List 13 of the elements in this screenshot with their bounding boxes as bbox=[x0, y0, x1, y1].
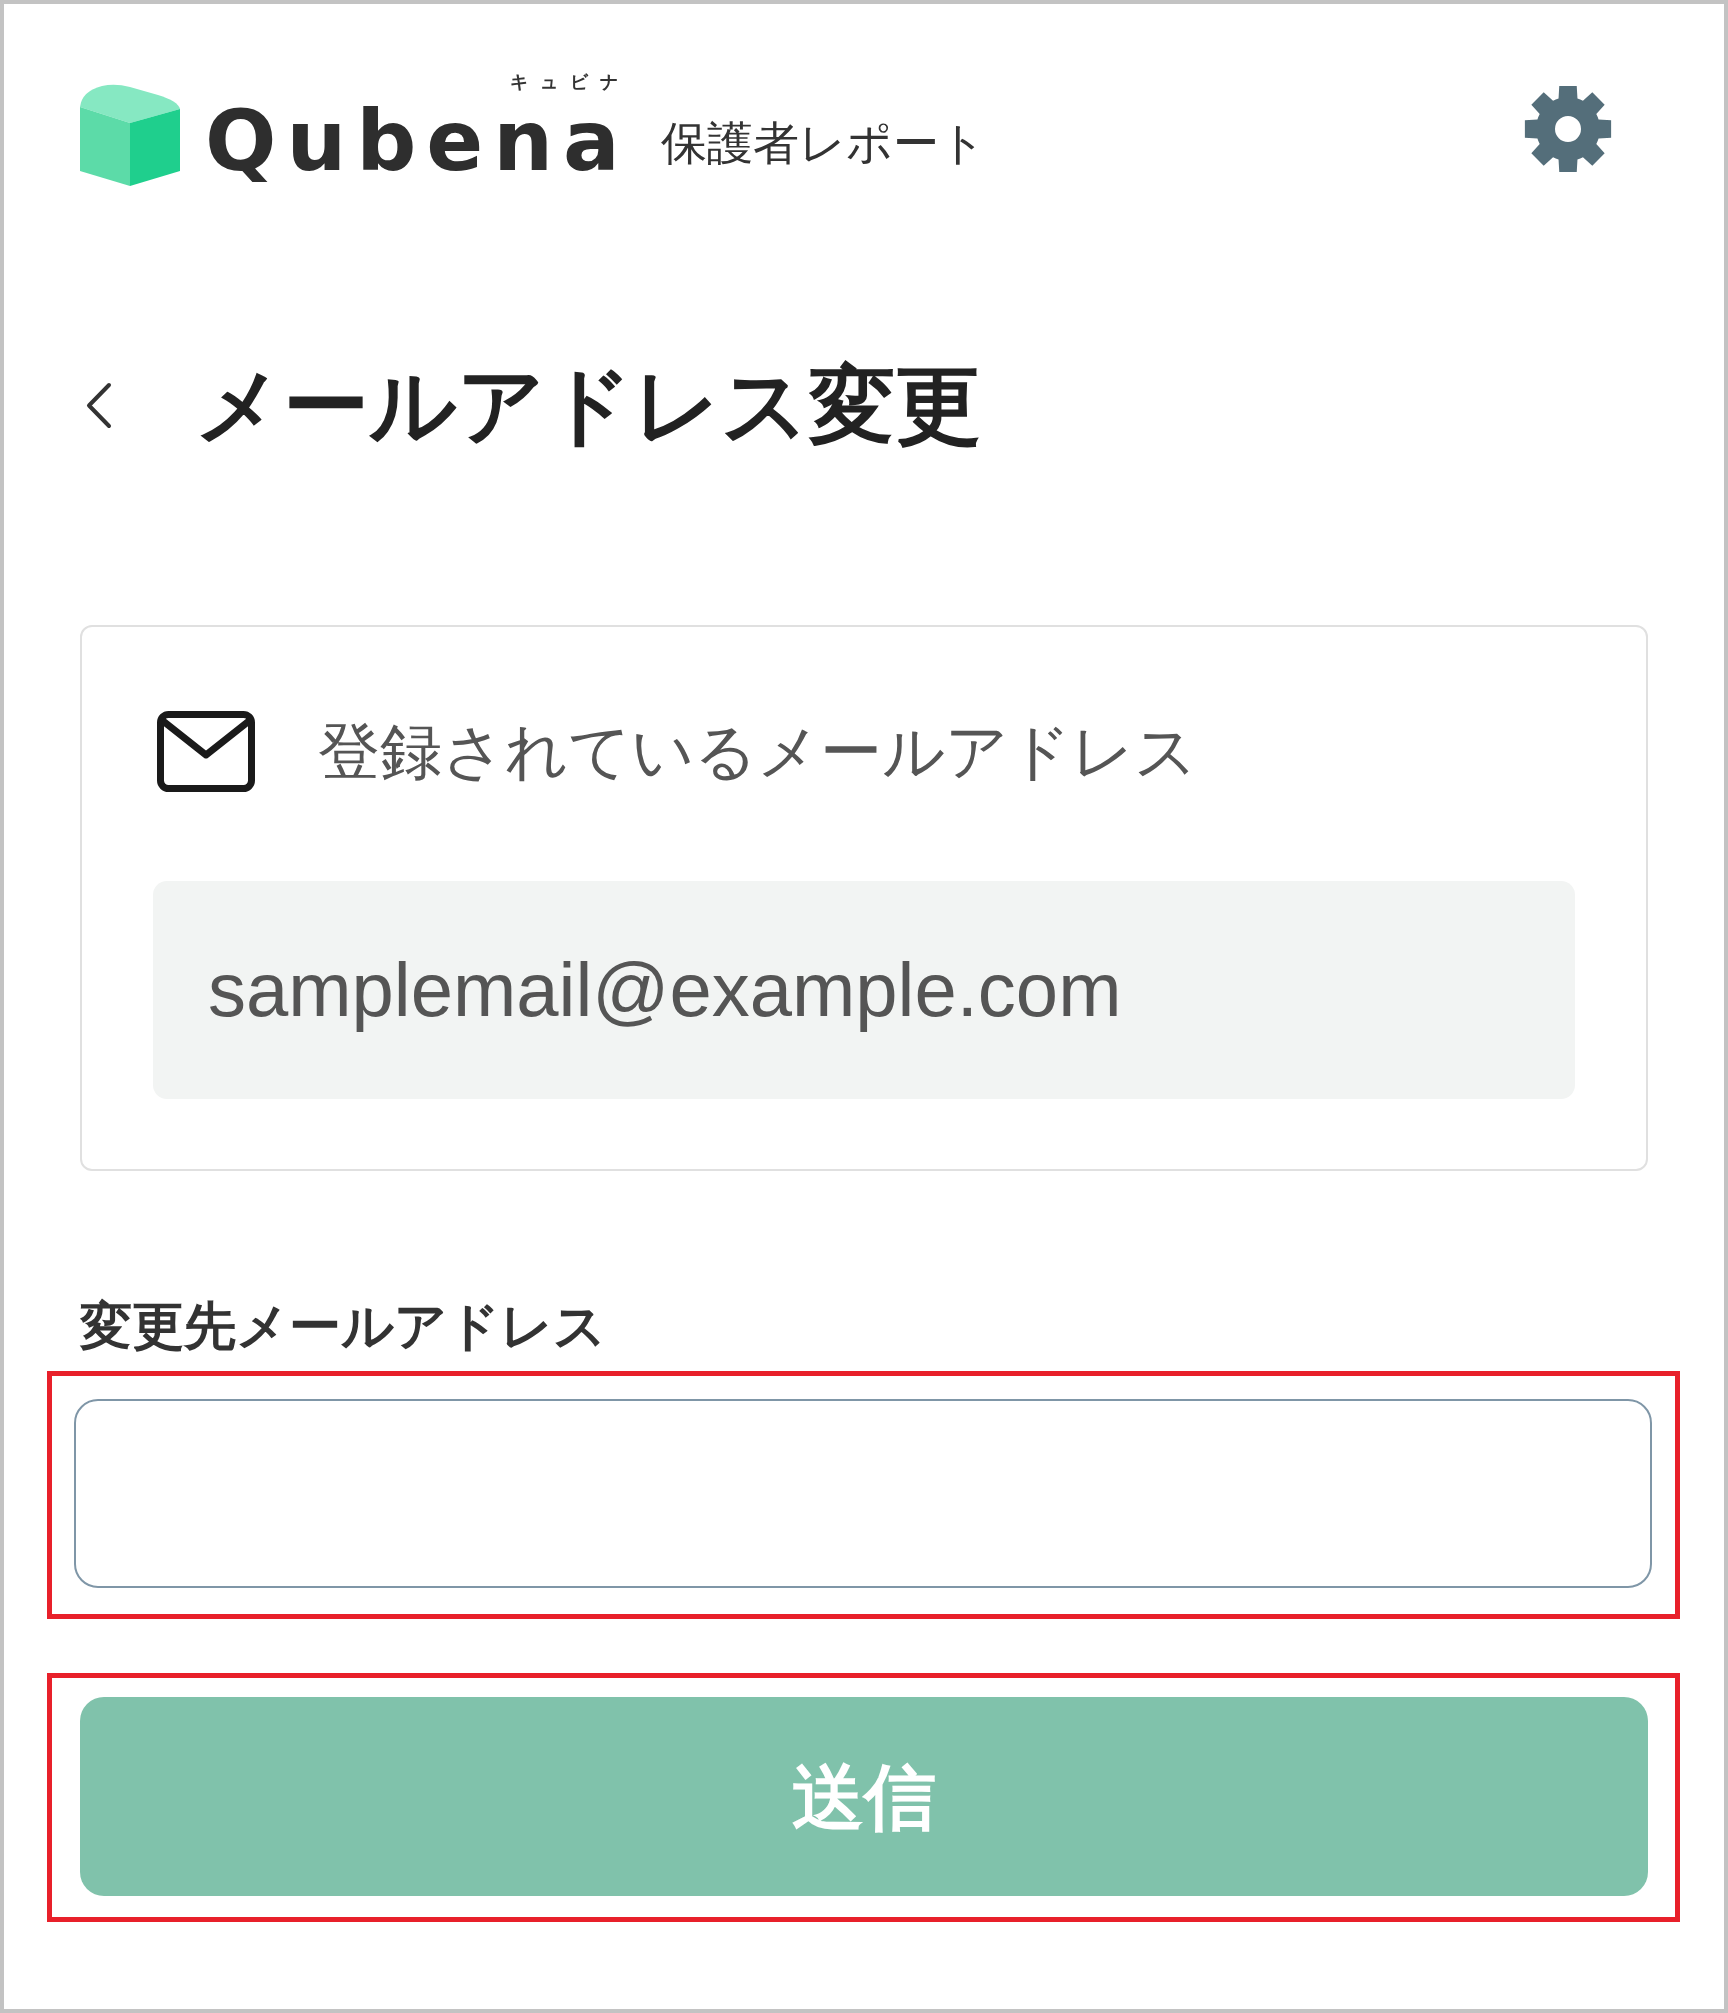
chevron-left-icon bbox=[85, 381, 112, 429]
settings-icon bbox=[1524, 85, 1612, 173]
logo-reading: キュビナ bbox=[509, 73, 630, 91]
logo-wordmark: Qubena bbox=[205, 99, 630, 183]
new-email-label: 変更先メールアドレス bbox=[80, 1300, 606, 1352]
settings-button[interactable] bbox=[1524, 85, 1612, 173]
cube-logo-icon bbox=[80, 83, 180, 186]
current-email-label: 登録されているメールアドレス bbox=[318, 720, 1197, 783]
mail-icon bbox=[157, 711, 255, 792]
header-subtitle: 保護者レポート bbox=[660, 120, 986, 166]
submit-button[interactable]: 送信 bbox=[80, 1697, 1648, 1896]
new-email-input-field[interactable] bbox=[74, 1399, 1652, 1588]
page-title: メールアドレス変更 bbox=[195, 362, 981, 448]
